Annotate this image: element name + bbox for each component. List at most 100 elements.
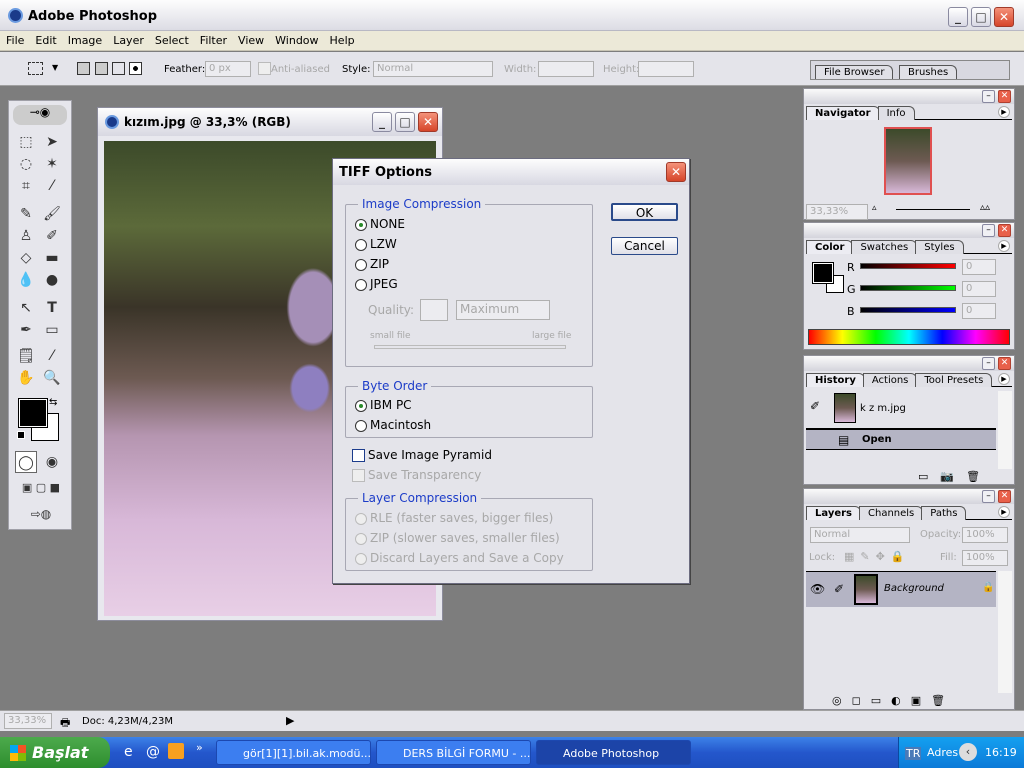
minimize-button[interactable]: _ <box>948 7 968 27</box>
blur-tool-icon[interactable]: 💧 <box>15 269 37 291</box>
blend-mode-select[interactable]: Normal <box>810 527 910 543</box>
task-word-2[interactable]: DERS BİLGİ FORMU - ... <box>376 740 531 765</box>
healing-brush-icon[interactable]: ✎ <box>15 203 37 225</box>
save-transparency-checkbox[interactable] <box>352 469 365 482</box>
dodge-tool-icon[interactable]: ● <box>41 269 63 291</box>
layers-footer-icons[interactable]: ◎◻▭◐▣🗑 <box>832 694 955 707</box>
menu-image[interactable]: Image <box>62 31 107 47</box>
panel-close-button[interactable]: ✕ <box>998 224 1011 237</box>
menu-window[interactable]: Window <box>269 31 323 47</box>
color-ramp[interactable] <box>808 329 1010 345</box>
blue-slider[interactable] <box>860 307 956 313</box>
opacity-input[interactable]: 100% <box>962 527 1008 543</box>
pen-tool-icon[interactable]: ✒ <box>15 319 37 341</box>
menu-view[interactable]: View <box>232 31 269 47</box>
anti-aliased-checkbox[interactable] <box>258 62 271 75</box>
red-slider[interactable] <box>860 263 956 269</box>
hand-tool-icon[interactable]: ✋ <box>15 367 37 389</box>
zoom-slider[interactable] <box>896 209 970 210</box>
brush-tool-icon[interactable]: 🖌 <box>41 203 63 225</box>
task-word-1[interactable]: gör[1][1].bil.ak.modü... <box>216 740 371 765</box>
quicklaunch-icon[interactable] <box>168 743 184 759</box>
blue-input[interactable]: 0 <box>962 303 996 319</box>
jump-to-imageready-icon[interactable]: ⇨◍ <box>13 503 69 525</box>
panel-menu-icon[interactable]: ▶ <box>998 240 1010 252</box>
ibm-pc-radio[interactable] <box>355 400 367 412</box>
add-selection-icon[interactable] <box>95 62 108 75</box>
default-colors-icon[interactable] <box>17 431 25 439</box>
close-button[interactable]: ✕ <box>994 7 1014 27</box>
subtract-selection-icon[interactable] <box>112 62 125 75</box>
zip-radio[interactable] <box>355 259 367 271</box>
fill-input[interactable]: 100% <box>962 550 1008 566</box>
discard-layers-radio[interactable] <box>355 553 367 565</box>
status-zoom-input[interactable]: 33,33% <box>4 713 52 729</box>
eye-icon[interactable]: 👁 <box>810 582 825 596</box>
green-slider[interactable] <box>860 285 956 291</box>
slice-tool-icon[interactable]: ⁄ <box>41 175 63 197</box>
tab-swatches[interactable]: Swatches <box>851 240 918 254</box>
clone-stamp-icon[interactable]: ♙ <box>15 225 37 247</box>
history-brush-source-icon[interactable]: ✐ <box>810 399 820 413</box>
lasso-tool-icon[interactable]: ◌ <box>15 153 37 175</box>
history-footer-icons[interactable]: ▭📷🗑 <box>918 470 992 483</box>
marquee-tool-preset-icon[interactable] <box>28 62 43 75</box>
layer-row-background[interactable]: 👁 ✐ Background 🔒 <box>806 571 996 607</box>
dropdown-arrow-icon[interactable]: ▼ <box>52 63 58 72</box>
menu-edit[interactable]: Edit <box>29 31 61 47</box>
type-tool-icon[interactable]: T <box>41 297 63 319</box>
menu-file[interactable]: File <box>0 31 29 47</box>
screen-mode-icons[interactable]: ▣ ▢ ■ <box>13 477 69 499</box>
tab-tool-presets[interactable]: Tool Presets <box>915 373 993 387</box>
eraser-tool-icon[interactable]: ◇ <box>15 247 37 269</box>
crop-tool-icon[interactable]: ⌗ <box>15 175 37 197</box>
quality-slider[interactable] <box>374 345 566 349</box>
none-radio[interactable] <box>355 219 367 231</box>
panel-close-button[interactable]: ✕ <box>998 357 1011 370</box>
ok-button[interactable]: OK <box>611 203 678 221</box>
red-input[interactable]: 0 <box>962 259 996 275</box>
width-input[interactable] <box>538 61 594 77</box>
intersect-selection-icon[interactable] <box>129 62 142 75</box>
panel-minimize-button[interactable]: – <box>982 224 995 237</box>
status-menu-arrow-icon[interactable]: ▶ <box>286 714 294 727</box>
magic-wand-icon[interactable]: ✶ <box>41 153 63 175</box>
zoom-in-icon[interactable]: ▵▵ <box>980 202 990 213</box>
quality-input[interactable] <box>420 299 448 321</box>
shape-tool-icon[interactable]: ▭ <box>41 319 63 341</box>
zoom-tool-icon[interactable]: 🔍 <box>41 367 63 389</box>
panel-close-button[interactable]: ✕ <box>998 90 1011 103</box>
save-image-pyramid-checkbox[interactable] <box>352 449 365 462</box>
adobe-online-icon[interactable]: ⊸◉ <box>13 105 67 125</box>
menu-filter[interactable]: Filter <box>194 31 232 47</box>
quality-select[interactable]: Maximum <box>456 300 550 320</box>
lock-icons[interactable]: ▦✎✥🔒 <box>844 550 911 563</box>
panel-menu-icon[interactable]: ▶ <box>998 506 1010 518</box>
zip-layer-radio[interactable] <box>355 533 367 545</box>
style-select[interactable]: Normal <box>373 61 493 77</box>
feather-input[interactable]: 0 px <box>205 61 251 77</box>
navigator-zoom-input[interactable]: 33,33% <box>806 204 868 220</box>
jpeg-radio[interactable] <box>355 279 367 291</box>
maximize-button[interactable]: □ <box>971 7 991 27</box>
path-selection-icon[interactable]: ↖ <box>15 297 37 319</box>
tab-navigator[interactable]: Navigator <box>806 106 880 120</box>
panel-menu-icon[interactable]: ▶ <box>998 106 1010 118</box>
height-input[interactable] <box>638 61 694 77</box>
ie-icon[interactable]: e <box>124 744 133 760</box>
layers-scrollbar[interactable] <box>998 571 1012 693</box>
doc-close-button[interactable]: ✕ <box>418 112 438 132</box>
address-label[interactable]: Adres <box>927 746 958 759</box>
foreground-swatch[interactable] <box>812 262 834 284</box>
tab-color[interactable]: Color <box>806 240 854 254</box>
doc-minimize-button[interactable]: _ <box>372 112 392 132</box>
standard-mode-icon[interactable]: ◯ <box>15 451 37 473</box>
tab-actions[interactable]: Actions <box>862 373 918 387</box>
panel-close-button[interactable]: ✕ <box>998 490 1011 503</box>
lzw-radio[interactable] <box>355 239 367 251</box>
history-scrollbar[interactable] <box>998 391 1012 469</box>
task-photoshop[interactable]: Adobe Photoshop <box>536 740 691 765</box>
tab-channels[interactable]: Channels <box>859 506 924 520</box>
quick-mask-icon[interactable]: ◉ <box>41 451 63 473</box>
tab-styles[interactable]: Styles <box>915 240 964 254</box>
